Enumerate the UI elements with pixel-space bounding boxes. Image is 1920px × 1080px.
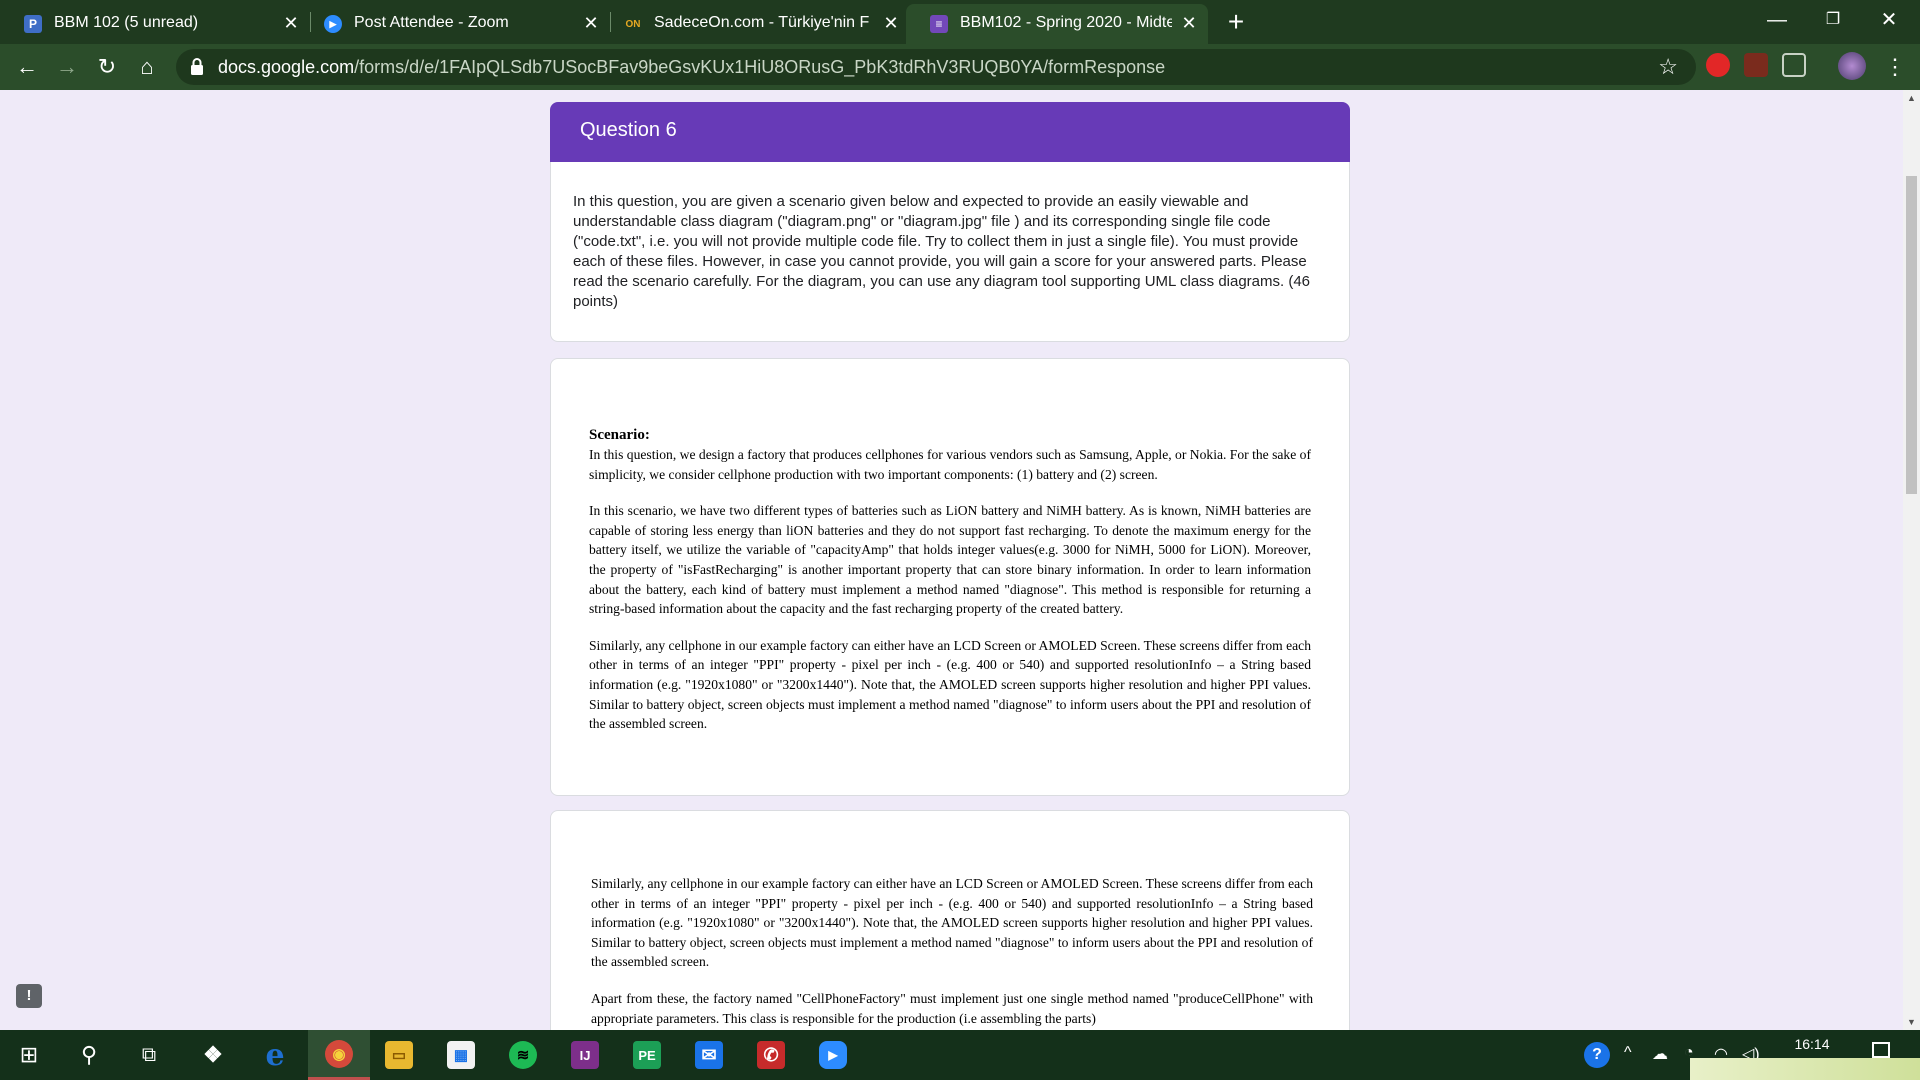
chevron-up-icon[interactable]: ^ [1624, 1044, 1632, 1062]
scenario-heading: Scenario: [589, 427, 650, 443]
tab-google-forms[interactable]: ≡ BBM102 - Spring 2020 - Midterm ✕ [906, 4, 1208, 44]
tab-title: Post Attendee - Zoom [354, 14, 509, 31]
close-tab-icon[interactable]: ✕ [880, 12, 902, 34]
url-host: docs.google.com [218, 57, 355, 77]
taskbar-pycharm[interactable]: PE [620, 1030, 674, 1080]
scenario-paragraph: Apart from these, the factory named "Cel… [591, 990, 1313, 1026]
tab-strip: P BBM 102 (5 unread) ✕ ▶ Post Attendee -… [0, 0, 1920, 44]
scroll-up-arrow-icon[interactable]: ▲ [1903, 90, 1920, 106]
spotify-icon: ≋ [509, 1041, 537, 1069]
search-icon: ⚲ [80, 1042, 98, 1067]
tab-sadeceon[interactable]: ON SadeceOn.com - Türkiye'nin Free ✕ [600, 4, 910, 44]
forward-icon[interactable]: → [52, 52, 82, 82]
minimize-icon[interactable]: — [1754, 0, 1800, 40]
bookmark-star-icon[interactable]: ☆ [1658, 54, 1678, 80]
scrollbar-thumb[interactable] [1906, 176, 1917, 494]
browser-toolbar: ← → ↻ ⌂ docs.google.com/forms/d/e/1FAIpQ… [0, 44, 1920, 90]
zoom-app-icon: ▶ [819, 1041, 847, 1069]
scenario-paragraph: Similarly, any cellphone in our example … [591, 876, 1313, 970]
chrome-icon: ◉ [325, 1039, 353, 1068]
start-button[interactable]: ⊞ [2, 1030, 56, 1080]
onedrive-icon[interactable]: ☁ [1652, 1044, 1668, 1064]
scenario-image-2: Similarly, any cellphone in our example … [591, 874, 1313, 1045]
question-header: Question 6 [550, 102, 1350, 162]
close-tab-icon[interactable]: ✕ [1178, 12, 1200, 34]
question-description: In this question, you are given a scenar… [573, 193, 1311, 310]
close-tab-icon[interactable]: ✕ [580, 12, 602, 34]
scenario-paragraph: In this question, we design a factory th… [589, 447, 1311, 482]
piazza-icon: P [24, 15, 42, 33]
tab-title: BBM 102 (5 unread) [54, 14, 199, 31]
menu-kebab-icon[interactable]: ⋮ [1880, 52, 1910, 82]
taskbar-chrome[interactable]: ◉ [308, 1030, 370, 1080]
lock-icon [191, 58, 203, 75]
zoom-icon: ▶ [324, 15, 342, 33]
profile-avatar[interactable] [1838, 52, 1866, 80]
mail-icon: ✉ [695, 1041, 723, 1069]
report-feedback-icon[interactable]: ! [16, 984, 42, 1008]
close-tab-icon[interactable]: ✕ [280, 12, 302, 34]
extension-pdf-icon[interactable] [1744, 53, 1768, 77]
store-icon: ▦ [447, 1041, 475, 1069]
taskbar-intellij[interactable]: IJ [558, 1030, 612, 1080]
scenario-paragraph: Similarly, any cellphone in our example … [589, 637, 1311, 732]
back-icon[interactable]: ← [12, 52, 42, 82]
question-title: Question 6 [580, 119, 677, 141]
taskbar-store[interactable]: ▦ [434, 1030, 488, 1080]
url-path: /forms/d/e/1FAIpQLSdb7USocBFav9beGsvKUx1… [354, 57, 1166, 77]
scenario-image-card-1: Scenario: In this question, we design a … [550, 358, 1350, 796]
desktop-wallpaper-peek [1690, 1058, 1920, 1080]
tab-piazza[interactable]: P BBM 102 (5 unread) ✕ [0, 4, 310, 44]
whatsapp-icon: ✆ [757, 1041, 785, 1069]
system-clock[interactable]: 16:14 [1782, 1036, 1842, 1052]
taskbar-whatsapp[interactable]: ✆ [744, 1030, 798, 1080]
help-tray-icon[interactable]: ? [1584, 1042, 1610, 1068]
page-scrollbar[interactable]: ▲ ▼ [1903, 90, 1920, 1030]
extension-block-icon[interactable] [1706, 53, 1730, 77]
tab-zoom[interactable]: ▶ Post Attendee - Zoom ✕ [300, 4, 610, 44]
dropbox-icon: ❖ [203, 1042, 223, 1067]
new-tab-button[interactable]: + [1222, 8, 1250, 36]
taskbar-mail[interactable]: ✉ [682, 1030, 736, 1080]
file-explorer-icon: ▭ [385, 1041, 413, 1069]
restore-icon[interactable]: ❐ [1810, 0, 1856, 40]
scenario-image-1: Scenario: In this question, we design a … [589, 425, 1311, 751]
notification-center-icon[interactable] [1872, 1042, 1890, 1058]
windows-logo-icon: ⊞ [19, 1042, 39, 1067]
reload-icon[interactable]: ↻ [92, 52, 122, 82]
close-window-icon[interactable]: ✕ [1866, 0, 1912, 40]
sadeceon-icon: ON [625, 18, 641, 30]
extension-cast-icon[interactable] [1782, 53, 1806, 77]
taskbar-edge[interactable]: e [248, 1030, 302, 1080]
address-bar[interactable]: docs.google.com/forms/d/e/1FAIpQLSdb7USo… [176, 49, 1696, 85]
tab-title: BBM102 - Spring 2020 - Midterm [960, 14, 1172, 31]
taskbar-spotify[interactable]: ≋ [496, 1030, 550, 1080]
pycharm-icon: PE [633, 1041, 661, 1069]
task-view-icon: ⧉ [141, 1043, 157, 1066]
intellij-icon: IJ [571, 1041, 599, 1069]
tab-title: SadeceOn.com - Türkiye'nin Free [654, 14, 869, 31]
scenario-paragraph: In this scenario, we have two different … [589, 503, 1311, 617]
url-text: docs.google.com/forms/d/e/1FAIpQLSdb7USo… [218, 57, 1165, 78]
taskbar-file-explorer[interactable]: ▭ [372, 1030, 426, 1080]
task-view-button[interactable]: ⧉ [122, 1030, 176, 1080]
home-icon[interactable]: ⌂ [132, 52, 162, 82]
google-forms-icon: ≡ [930, 15, 948, 33]
search-button[interactable]: ⚲ [62, 1030, 116, 1080]
taskbar-zoom[interactable]: ▶ [806, 1030, 860, 1080]
scroll-down-arrow-icon[interactable]: ▼ [1903, 1014, 1920, 1030]
edge-icon: e [265, 1037, 285, 1073]
scenario-image-card-2: Similarly, any cellphone in our example … [550, 810, 1350, 1050]
question-description-card: In this question, you are given a scenar… [550, 162, 1350, 342]
taskbar-dropbox[interactable]: ❖ [186, 1030, 240, 1080]
windows-taskbar: ⊞ ⚲ ⧉ ❖ e ◉ ▭ ▦ ≋ IJ PE ✉ ✆ ▶ ? ^ ☁ ◔ ◠ … [0, 1030, 1920, 1080]
